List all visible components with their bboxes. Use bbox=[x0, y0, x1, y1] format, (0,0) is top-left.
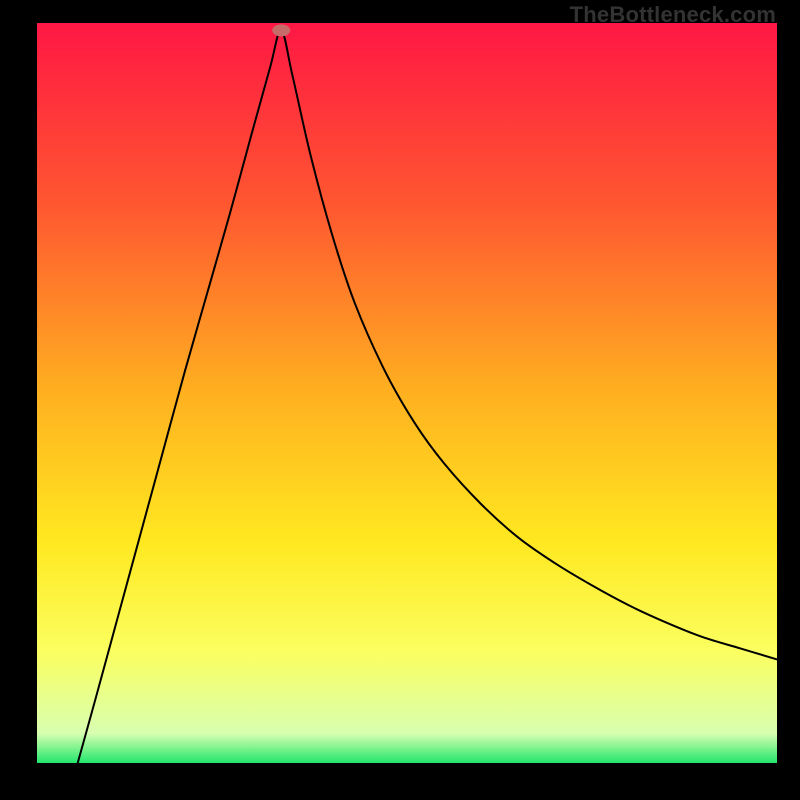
chart-plot bbox=[37, 23, 777, 763]
chart-background bbox=[37, 23, 777, 763]
watermark-text: TheBottleneck.com bbox=[570, 2, 776, 28]
chart-canvas: TheBottleneck.com bbox=[0, 0, 800, 800]
curve-minimum-marker bbox=[272, 24, 290, 36]
